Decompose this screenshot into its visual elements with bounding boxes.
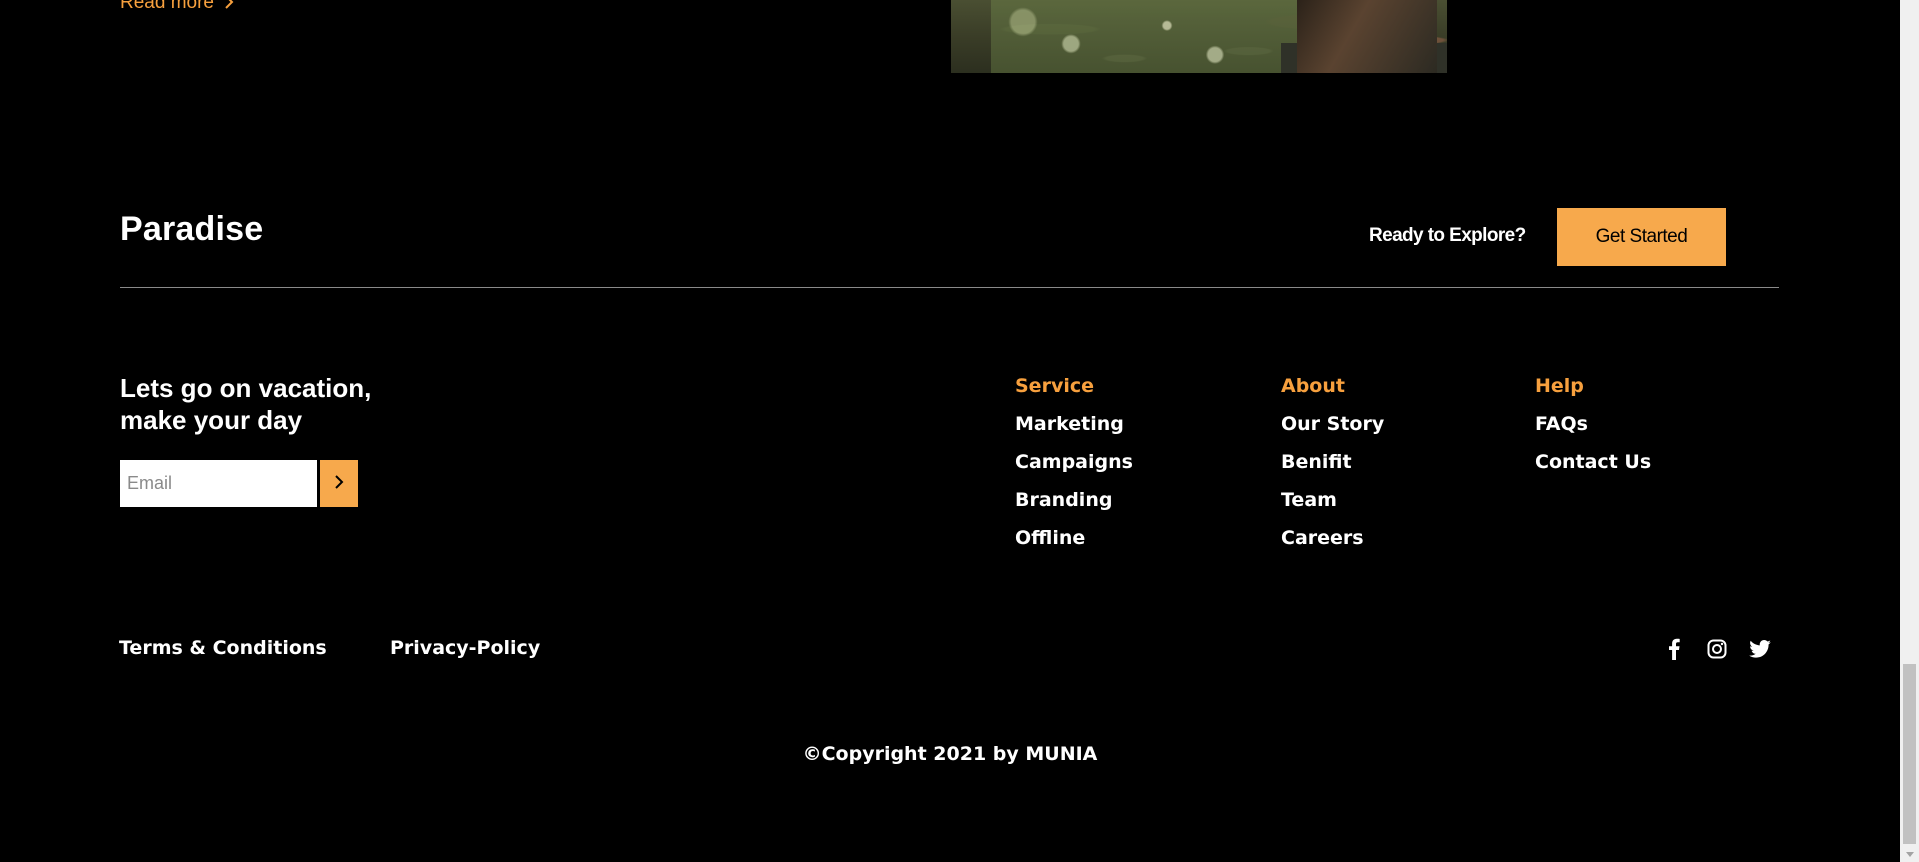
cta-prompt: Ready to Explore? [1369,225,1526,246]
instagram-icon[interactable] [1705,637,1729,661]
footer-link-contact-us[interactable]: Contact Us [1535,450,1651,474]
footer-link-marketing[interactable]: Marketing [1015,412,1133,436]
subscribe-button[interactable] [320,460,358,507]
column-heading: About [1281,375,1345,397]
page: Read more Paradise Ready to Explore? Get… [0,0,1919,862]
newsletter-form [120,460,358,507]
footer-link-careers[interactable]: Careers [1281,526,1384,550]
chevron-right-icon [334,474,344,493]
footer-divider [120,287,1779,288]
column-heading: Service [1015,375,1094,397]
footer-link-our-story[interactable]: Our Story [1281,412,1384,436]
chevron-right-icon [224,0,234,14]
email-input[interactable] [120,460,317,507]
get-started-button[interactable]: Get Started [1557,208,1726,266]
footer-link-benifit[interactable]: Benifit [1281,450,1384,474]
twitter-icon[interactable] [1748,637,1772,661]
footer-column-help: Help FAQs Contact Us [1535,374,1651,488]
scrollbar-thumb[interactable] [1903,664,1916,844]
footer-column-service: Service Marketing Campaigns Branding Off… [1015,374,1133,564]
footer-link-branding[interactable]: Branding [1015,488,1133,512]
privacy-policy-link[interactable]: Privacy-Policy [390,637,540,659]
terms-link[interactable]: Terms & Conditions [119,637,327,659]
footer-brand: Paradise [120,210,264,248]
footer-column-about: About Our Story Benifit Team Careers [1281,374,1384,564]
facebook-icon[interactable] [1662,637,1686,661]
social-links [1662,637,1772,661]
read-more-label: Read more [120,0,214,13]
scroll-down-arrow-icon[interactable] [1900,846,1919,862]
newsletter-tagline: Lets go on vacation, make your day [120,373,372,435]
vertical-scrollbar[interactable] [1900,0,1919,862]
column-heading: Help [1535,375,1584,397]
footer-link-offline[interactable]: Offline [1015,526,1133,550]
read-more-link[interactable]: Read more [120,0,234,14]
footer-link-team[interactable]: Team [1281,488,1384,512]
hero-photo [951,0,1447,73]
footer-link-faqs[interactable]: FAQs [1535,412,1651,436]
footer-link-campaigns[interactable]: Campaigns [1015,450,1133,474]
copyright-text: ©Copyright 2021 by MUNIA [802,743,1098,765]
